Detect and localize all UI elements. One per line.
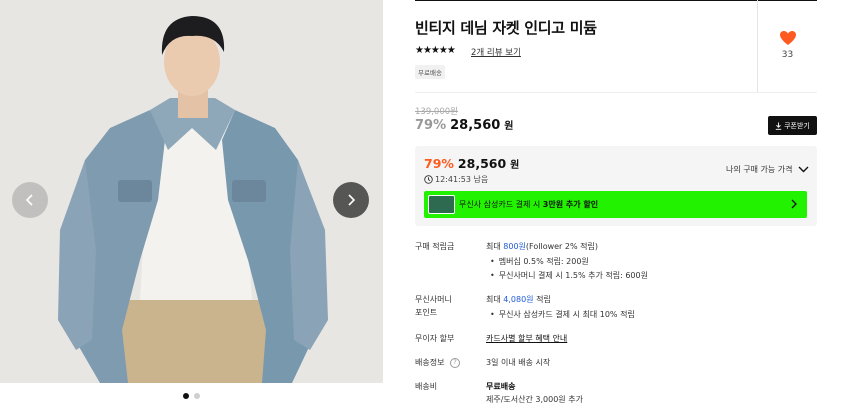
promo-text: 무신사 삼성카드 결제 시 3만원 추가 할인 (459, 199, 598, 210)
sale-price: 28,560 (450, 118, 501, 133)
product-title: 빈티지 데님 자켓 인디고 미듐 (415, 19, 597, 37)
shipping-info-label: 배송정보 (415, 358, 445, 367)
money-bullet: 무신사 삼성카드 결제 시 최대 10% 적립 (490, 308, 635, 321)
best-price: 28,560 (457, 156, 507, 171)
clock-icon (424, 175, 433, 184)
best-discount-rate: 79% (424, 156, 454, 171)
points-max-prefix: 최대 (486, 242, 501, 251)
promo-highlight: 3만원 추가 할인 (542, 200, 599, 209)
coupon-label: 쿠폰받기 (784, 121, 810, 130)
original-price: 139,000원 (415, 107, 458, 117)
chevron-left-icon (25, 194, 33, 206)
money-max-value: 4,080원 (503, 295, 534, 304)
like-count: 33 (781, 50, 794, 60)
promo-prefix: 무신사 삼성카드 결제 시 (459, 200, 541, 209)
free-shipping-badge: 무료배송 (415, 65, 445, 79)
shipping-info-label-wrap: 배송정보 ? (415, 356, 460, 369)
best-price-row: 79% 28,560 원 (424, 156, 519, 171)
rating-stars: ★★★★★ (415, 45, 456, 56)
gallery-pagination (0, 393, 383, 399)
shipping-fee-label: 배송비 (415, 382, 438, 391)
best-price-currency: 원 (510, 160, 520, 171)
question-icon[interactable]: ? (450, 357, 460, 368)
money-label-line2: 포인트 (415, 308, 438, 317)
chevron-down-icon (798, 166, 809, 173)
my-price-toggle[interactable]: 나의 구매 가능 가격 (726, 164, 809, 175)
sale-timer: 12:41:53 남음 (424, 174, 488, 185)
my-price-box: 79% 28,560 원 12:41:53 남음 나의 구매 가능 가격 무신사… (415, 146, 817, 226)
shipping-info-value: 3일 이내 배송 시작 (486, 358, 551, 367)
money-max-prefix: 최대 (486, 295, 501, 304)
timer-text: 12:41:53 남음 (435, 175, 489, 184)
discount-rate: 79% (415, 118, 447, 133)
my-price-label: 나의 구매 가능 가격 (726, 165, 793, 174)
installment-label: 무이자 할부 (415, 334, 455, 343)
money-max-suffix: 적립 (536, 295, 551, 304)
gallery-dot-2[interactable] (194, 393, 200, 399)
review-link[interactable]: 2개 리뷰 보기 (471, 46, 521, 58)
gallery-dot-1[interactable] (183, 393, 189, 399)
chevron-right-icon (791, 199, 797, 209)
section-divider (415, 92, 817, 93)
points-bullet-1: 멤버십 0.5% 적립: 200원 (490, 255, 589, 268)
card-promo-banner[interactable]: 무신사 삼성카드 결제 시 3만원 추가 할인 (424, 191, 807, 218)
gallery-next-button[interactable] (333, 182, 369, 218)
points-bullet-2: 무신사머니 결제 시 1.5% 추가 적립: 600원 (490, 269, 648, 282)
download-icon (775, 122, 782, 130)
product-photo (0, 0, 383, 383)
like-button[interactable]: 33 (757, 0, 817, 92)
currency-unit: 원 (504, 121, 514, 132)
points-max: 최대 800원(Follower 2% 적립) (486, 240, 598, 253)
coupon-download-button[interactable]: 쿠폰받기 (768, 116, 817, 135)
shipping-fee-value: 무료배송 (486, 382, 516, 391)
product-image-gallery (0, 0, 383, 383)
card-thumbnail (428, 195, 455, 214)
discount-price-row: 79% 28,560 원 (415, 117, 514, 133)
points-max-value: 800원 (503, 242, 526, 251)
shipping-fee-note: 제주/도서산간 3,000원 추가 (486, 395, 583, 404)
points-max-suffix: (Follower 2% 적립) (525, 242, 598, 251)
chevron-right-icon (348, 194, 356, 206)
money-label-line1: 무신사머니 (415, 295, 452, 304)
points-label: 구매 적립금 (415, 242, 455, 251)
heart-icon (779, 31, 796, 45)
installment-link[interactable]: 카드사별 할부 혜택 안내 (486, 332, 567, 345)
money-max: 최대 4,080원 적립 (486, 293, 551, 306)
gallery-prev-button[interactable] (12, 182, 48, 218)
